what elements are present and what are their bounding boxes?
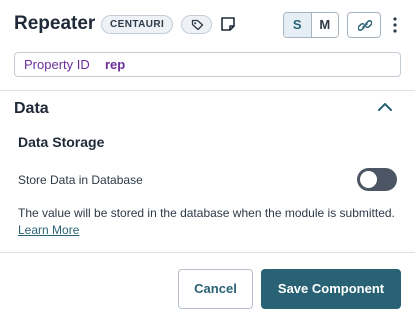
store-data-label: Store Data in Database bbox=[18, 173, 143, 187]
data-storage-heading: Data Storage bbox=[18, 134, 105, 150]
tag-icon bbox=[191, 19, 204, 31]
description-text: The value will be stored in the database… bbox=[18, 206, 395, 220]
kebab-menu-icon bbox=[393, 17, 397, 33]
property-id-value: rep bbox=[105, 57, 126, 72]
chevron-up-icon[interactable] bbox=[377, 102, 393, 112]
store-data-toggle[interactable] bbox=[357, 168, 397, 191]
toggle-knob bbox=[360, 171, 377, 188]
mode-small-button[interactable]: S bbox=[284, 13, 312, 37]
size-mode-toggle: S M bbox=[283, 12, 339, 38]
more-options-button[interactable] bbox=[389, 14, 401, 36]
store-data-description: The value will be stored in the database… bbox=[18, 205, 398, 239]
component-type-badge: CENTAURI bbox=[101, 15, 174, 34]
note-icon[interactable] bbox=[220, 16, 236, 32]
panel-header: Repeater CENTAURI S M bbox=[0, 0, 415, 52]
divider bbox=[0, 252, 415, 253]
property-id-field[interactable]: Property ID rep bbox=[14, 52, 401, 77]
section-header-data[interactable]: Data bbox=[14, 100, 49, 118]
tag-button[interactable] bbox=[181, 15, 212, 34]
mode-medium-button[interactable]: M bbox=[311, 13, 338, 37]
property-id-label: Property ID bbox=[24, 57, 90, 72]
component-title: Repeater bbox=[14, 13, 96, 34]
link-button[interactable] bbox=[347, 12, 381, 38]
divider bbox=[0, 90, 415, 91]
cancel-button[interactable]: Cancel bbox=[178, 269, 253, 309]
learn-more-link[interactable]: Learn More bbox=[18, 223, 79, 237]
link-icon bbox=[358, 20, 372, 31]
save-component-button[interactable]: Save Component bbox=[261, 269, 401, 309]
